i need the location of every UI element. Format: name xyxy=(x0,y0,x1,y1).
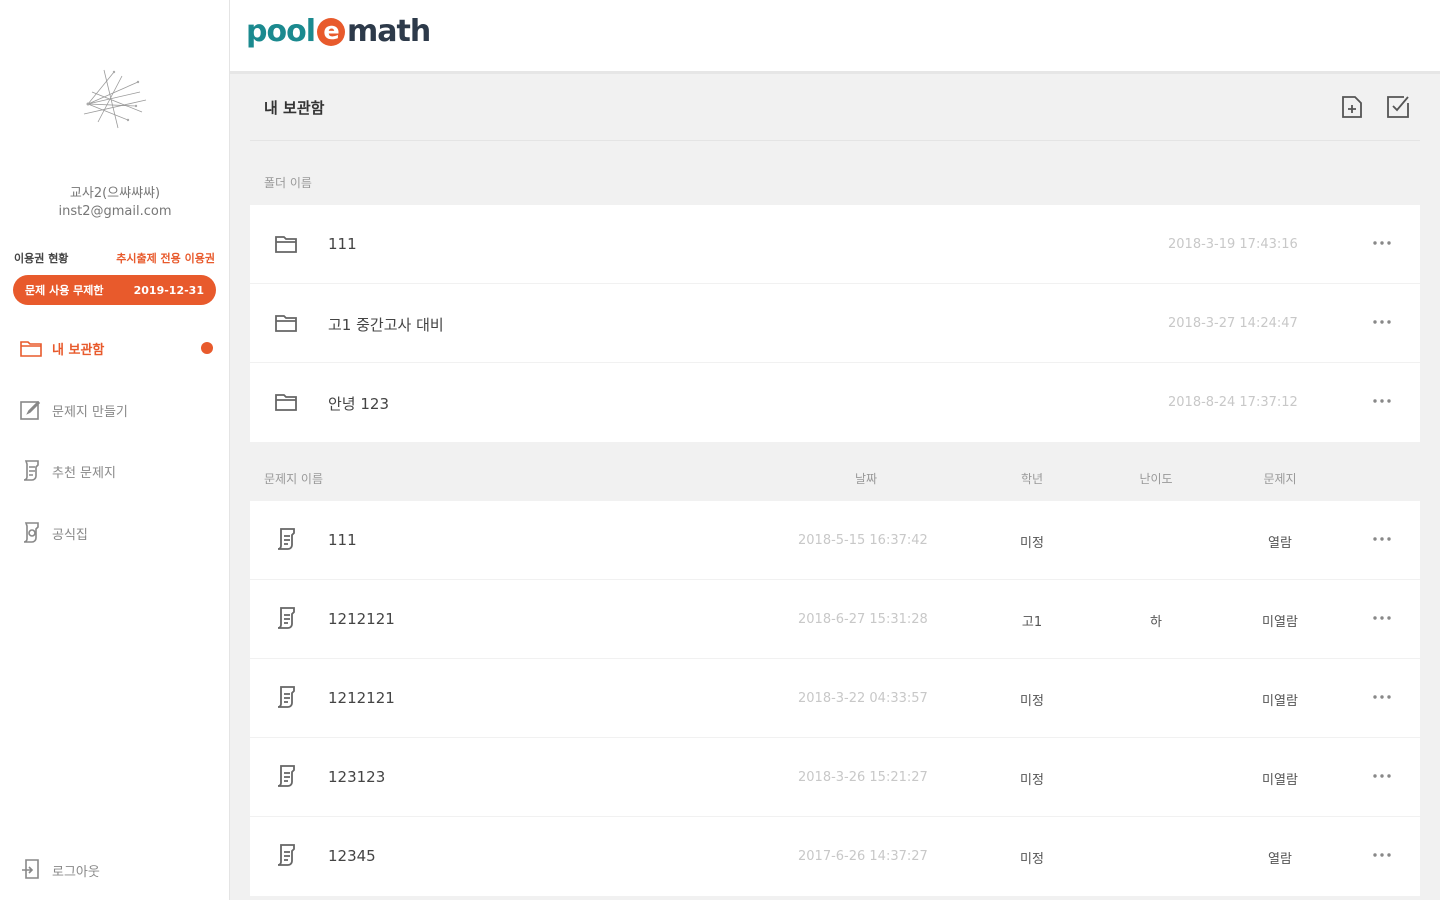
worksheet-grade: 고1 xyxy=(1021,615,1043,630)
folder-icon xyxy=(20,341,42,357)
more-options-icon[interactable] xyxy=(1368,762,1396,790)
folder-icon xyxy=(275,236,297,253)
logo-part-1: pool xyxy=(246,14,316,49)
sheet-column-header: 문제지 xyxy=(1263,472,1297,486)
worksheet-view-status: 미열람 xyxy=(1262,615,1298,630)
nav-label: 추천 문제지 xyxy=(52,465,116,481)
more-options-icon[interactable] xyxy=(1368,841,1396,869)
worksheet-date: 2018-5-15 16:37:42 xyxy=(798,533,928,548)
worksheet-grade: 미정 xyxy=(1020,852,1044,867)
nav-label: 내 보관함 xyxy=(52,342,105,358)
subscription-expiry: 2019-12-31 xyxy=(133,283,204,297)
logout-icon xyxy=(22,859,39,879)
worksheet-icon xyxy=(277,607,295,629)
folder-date: 2018-3-27 14:24:47 xyxy=(1168,316,1298,331)
worksheet-icon xyxy=(277,844,295,866)
header-divider xyxy=(250,140,1420,141)
worksheet-name: 1212121 xyxy=(328,689,395,707)
folder-icon xyxy=(275,394,297,411)
worksheet-row[interactable]: 1212121 2018-6-27 15:31:28 고1 하 미열람 xyxy=(250,580,1420,659)
folder-icon xyxy=(275,315,297,332)
worksheet-date: 2018-3-22 04:33:57 xyxy=(798,691,928,706)
top-header: pool e math xyxy=(230,0,1440,74)
user-email: inst2@gmail.com xyxy=(58,204,172,219)
worksheet-row[interactable]: 1212121 2018-3-22 04:33:57 미정 미열람 xyxy=(250,659,1420,738)
folder-date: 2018-3-19 17:43:16 xyxy=(1168,237,1298,252)
worksheet-icon xyxy=(23,460,39,481)
more-options-icon[interactable] xyxy=(1368,387,1396,415)
subscription-row: 이용권 현황 추시출제 전용 이용권 xyxy=(14,250,215,266)
worksheet-name: 12345 xyxy=(328,847,376,865)
subscription-badge: 문제 사용 무제한 2019-12-31 xyxy=(13,275,216,305)
worksheet-view-status: 미열람 xyxy=(1262,773,1298,788)
subscription-link[interactable]: 추시출제 전용 이용권 xyxy=(116,250,215,266)
nav-item-my-storage[interactable]: 내 보관함 xyxy=(18,333,215,363)
worksheet-grade: 미정 xyxy=(1020,773,1044,788)
edit-icon xyxy=(20,400,41,420)
nav-label: 공식집 xyxy=(52,527,88,543)
worksheet-row[interactable]: 111 2018-5-15 16:37:42 미정 열람 xyxy=(250,501,1420,580)
worksheet-name: 111 xyxy=(328,531,357,549)
nav-item-formulas[interactable]: 공식집 xyxy=(18,518,215,548)
worksheet-date: 2018-3-26 15:21:27 xyxy=(798,770,928,785)
worksheet-icon xyxy=(277,528,295,550)
folder-row[interactable]: 111 2018-3-19 17:43:16 xyxy=(250,205,1420,284)
date-column-header: 날짜 xyxy=(854,472,878,486)
worksheet-grade: 미정 xyxy=(1020,694,1044,709)
worksheet-view-status: 미열람 xyxy=(1262,694,1298,709)
worksheet-view-status: 열람 xyxy=(1268,852,1292,867)
worksheet-name-header: 문제지 이름 xyxy=(264,472,324,486)
brand-logo[interactable]: pool e math xyxy=(246,14,431,49)
level-column-header: 난이도 xyxy=(1139,472,1173,486)
profile-avatar[interactable] xyxy=(78,62,152,136)
more-options-icon[interactable] xyxy=(1368,683,1396,711)
grade-column-header: 학년 xyxy=(1020,472,1044,486)
nav-label: 문제지 만들기 xyxy=(52,404,128,420)
more-options-icon[interactable] xyxy=(1368,308,1396,336)
more-options-icon[interactable] xyxy=(1368,604,1396,632)
folder-column-header: 폴더 이름 xyxy=(264,176,312,190)
folder-row[interactable]: 고1 중간고사 대비 2018-3-27 14:24:47 xyxy=(250,284,1420,363)
worksheet-date: 2018-6-27 15:31:28 xyxy=(798,612,928,627)
formula-icon xyxy=(23,522,39,543)
worksheet-level: 하 xyxy=(1150,615,1162,630)
worksheet-row[interactable]: 12345 2017-6-26 14:37:27 미정 열람 xyxy=(250,817,1420,896)
folder-date: 2018-8-24 17:37:12 xyxy=(1168,395,1298,410)
logout-label: 로그아웃 xyxy=(52,864,100,880)
active-indicator-dot xyxy=(201,342,213,354)
sidebar: 교사2(으쌰쌰쌰) inst2@gmail.com 이용권 현황 추시출제 전용… xyxy=(0,0,230,900)
worksheet-icon xyxy=(277,765,295,787)
worksheet-icon xyxy=(277,686,295,708)
worksheet-name: 1212121 xyxy=(328,610,395,628)
folder-name: 111 xyxy=(328,235,357,253)
folder-row[interactable]: 안녕 123 2018-8-24 17:37:12 xyxy=(250,363,1420,442)
worksheet-name: 123123 xyxy=(328,768,386,786)
logout-button[interactable]: 로그아웃 xyxy=(18,855,215,885)
more-options-icon[interactable] xyxy=(1368,525,1396,553)
worksheet-list: 111 2018-5-15 16:37:42 미정 열람 1212121 2018-6-2… xyxy=(250,501,1420,896)
worksheet-view-status: 열람 xyxy=(1268,536,1292,551)
new-folder-icon[interactable] xyxy=(1339,93,1367,121)
more-options-icon[interactable] xyxy=(1368,229,1396,257)
subscription-plan: 문제 사용 무제한 xyxy=(25,284,104,297)
logo-e: e xyxy=(316,17,345,46)
logo-part-2: math xyxy=(346,14,431,49)
folder-list: 111 2018-3-19 17:43:16 고1 중간고사 대비 2018-3-27… xyxy=(250,205,1420,442)
user-name: 교사2(으쌰쌰쌰) xyxy=(69,186,161,201)
nav-item-create-worksheet[interactable]: 문제지 만들기 xyxy=(18,395,215,425)
edit-check-icon[interactable] xyxy=(1384,93,1412,121)
folder-name: 고1 중간고사 대비 xyxy=(328,316,444,334)
worksheet-grade: 미정 xyxy=(1020,536,1044,551)
subscription-label: 이용권 현황 xyxy=(14,252,69,265)
folder-name: 안녕 123 xyxy=(328,395,389,413)
page-title: 내 보관함 xyxy=(264,99,325,117)
worksheet-date: 2017-6-26 14:37:27 xyxy=(798,849,928,864)
nav-item-recommended[interactable]: 추천 문제지 xyxy=(18,456,215,486)
worksheet-row[interactable]: 123123 2018-3-26 15:21:27 미정 미열람 xyxy=(250,738,1420,817)
